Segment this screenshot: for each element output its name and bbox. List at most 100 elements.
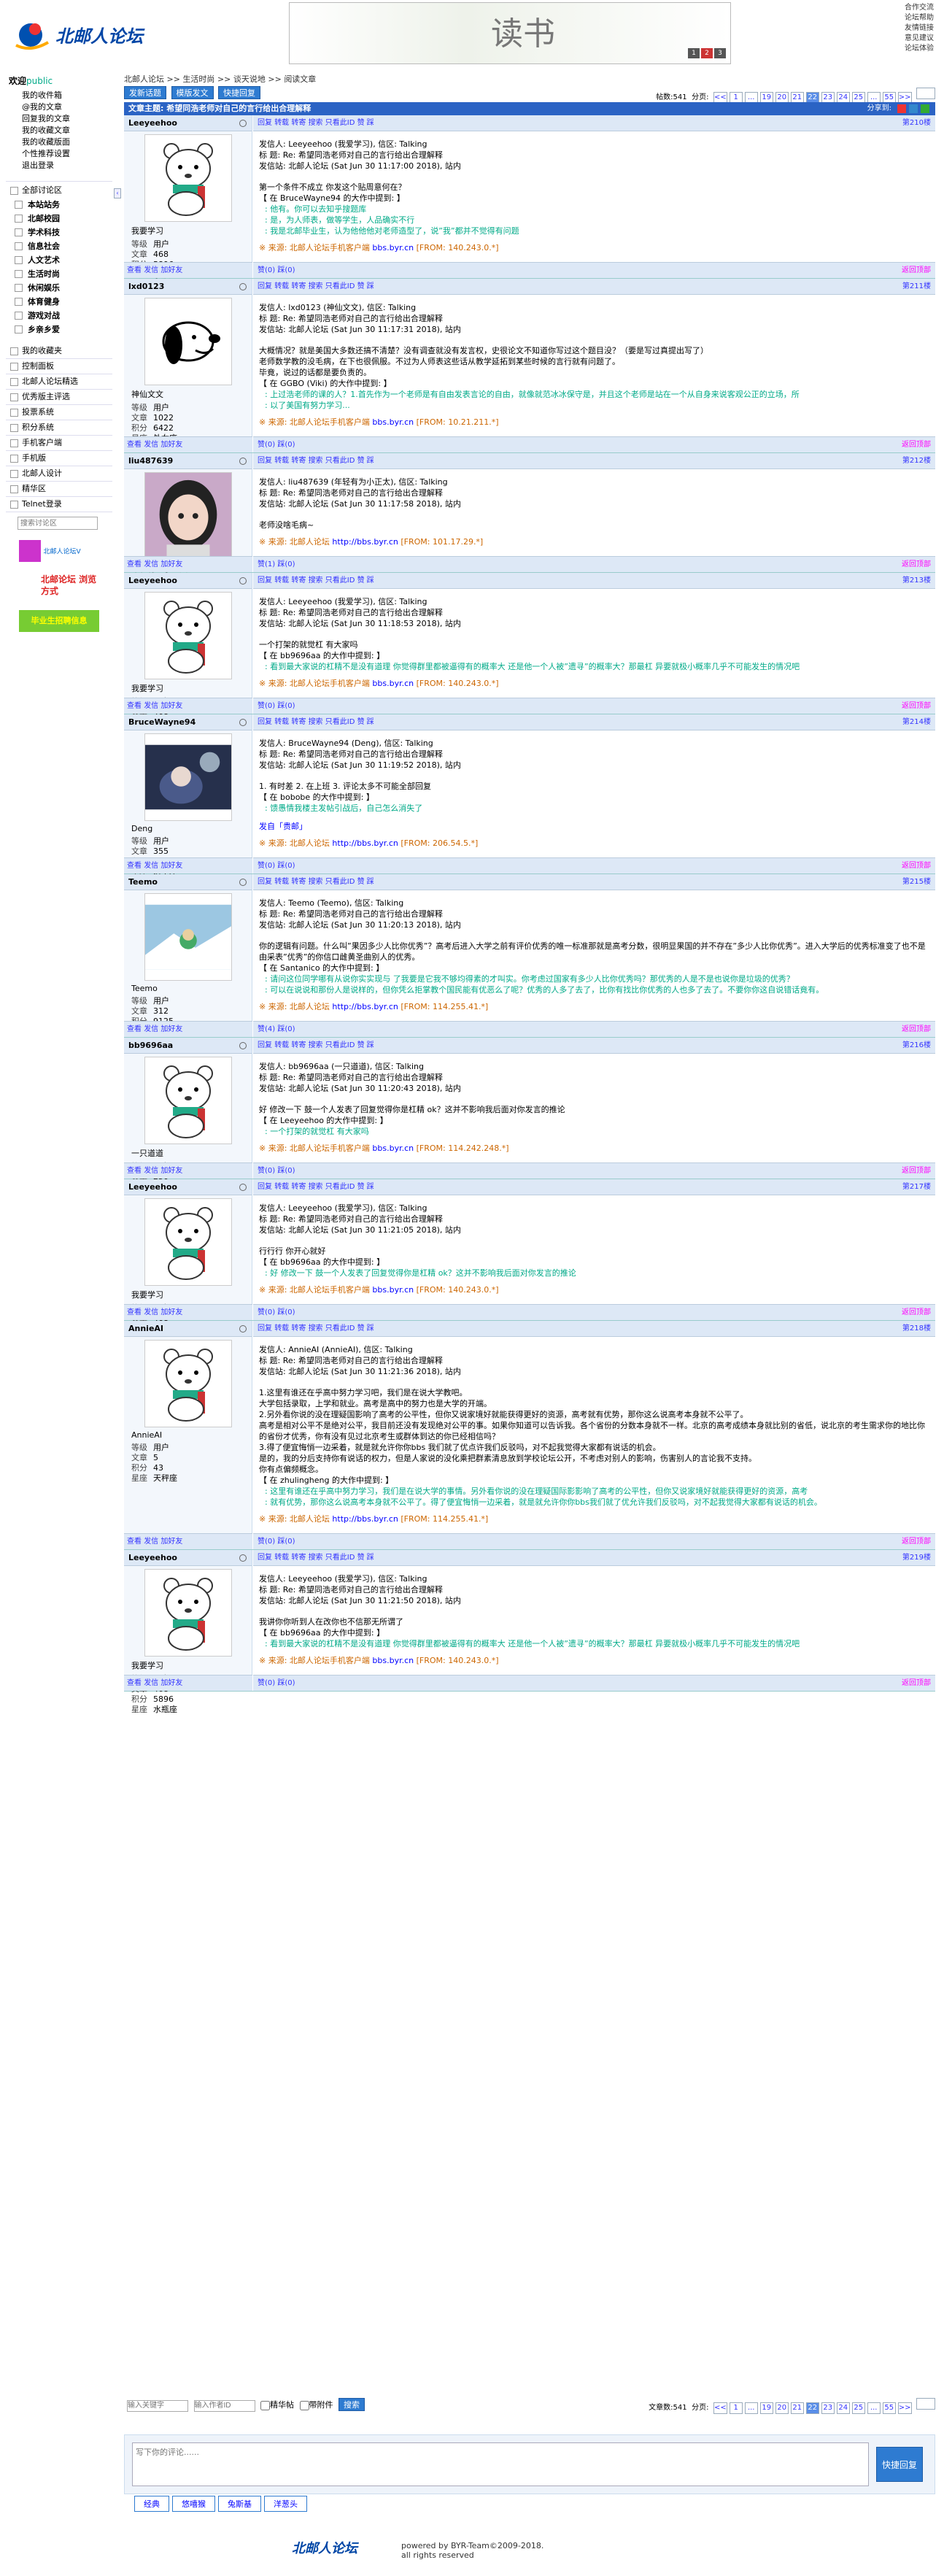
digest-checkbox[interactable] xyxy=(260,2400,270,2410)
link-cooperation[interactable]: 合作交流 xyxy=(905,3,944,13)
post-author-link[interactable]: AnnieAI xyxy=(128,1324,163,1333)
dislike-button[interactable]: 踩 xyxy=(367,1324,374,1333)
sidebar-mobile-client[interactable]: 手机客户端 xyxy=(6,436,112,451)
search-button[interactable]: 搜索 xyxy=(309,1554,323,1562)
dislike-button[interactable]: 踩 xyxy=(367,878,374,886)
send-mail-button[interactable]: 发信 xyxy=(144,1167,158,1175)
send-mail-button[interactable]: 发信 xyxy=(144,1538,158,1546)
group-8[interactable]: 游戏对战 xyxy=(12,309,112,323)
sidebar-favorites[interactable]: 我的收藏夹 xyxy=(6,344,112,359)
template-post-button[interactable]: 模版发文 xyxy=(171,86,214,99)
back-to-top-link[interactable]: 返回顶部 xyxy=(902,1534,931,1550)
group-4[interactable]: 人文艺术 xyxy=(12,253,112,267)
post-like-count[interactable]: 赞(4) xyxy=(258,1025,275,1033)
crosspost-button[interactable]: 转寄 xyxy=(291,878,306,886)
only-author-button[interactable]: 只看此ID xyxy=(325,1324,355,1333)
sidebar-featured[interactable]: 北邮人论坛精选 xyxy=(6,374,112,390)
crosspost-button[interactable]: 转寄 xyxy=(291,457,306,465)
sidebar-vote-system[interactable]: 投票系统 xyxy=(6,405,112,420)
sidebar-recommend-settings[interactable]: 个性推荐设置 xyxy=(6,148,112,160)
post-author-link[interactable]: Leeyeehoo xyxy=(128,118,177,128)
floor-number[interactable]: 第217楼 xyxy=(902,1179,931,1195)
search-button[interactable]: 搜索 xyxy=(309,576,323,585)
avatar[interactable] xyxy=(144,592,232,679)
post-author-link[interactable]: Leeyeehoo xyxy=(128,1553,177,1562)
post-source-link[interactable]: bbs.byr.cn xyxy=(372,1285,414,1295)
dislike-button[interactable]: 踩 xyxy=(367,119,374,127)
promo-jobs[interactable]: 毕业生招聘信息 xyxy=(19,610,99,632)
page-last[interactable]: >> xyxy=(897,2402,912,2414)
reply-button[interactable]: 回复 xyxy=(258,457,272,465)
post-source-link[interactable]: http://bbs.byr.cn xyxy=(332,1002,398,1011)
reply-button[interactable]: 回复 xyxy=(258,1041,272,1049)
post-like-count[interactable]: 赞(0) xyxy=(258,702,275,710)
post-like-count[interactable]: 赞(0) xyxy=(258,1167,275,1175)
send-mail-button[interactable]: 发信 xyxy=(144,560,158,568)
page-25[interactable]: 25 xyxy=(851,2402,865,2414)
post-author-link[interactable]: liu487639 xyxy=(128,456,173,466)
post-author-link[interactable]: Leeyeehoo xyxy=(128,576,177,585)
query-user-button[interactable]: 查看 xyxy=(127,266,142,274)
group-7[interactable]: 体育健身 xyxy=(12,295,112,309)
link-help[interactable]: 论坛帮助 xyxy=(905,13,944,23)
post-dislike-count[interactable]: 踩(0) xyxy=(277,266,295,274)
like-button[interactable]: 赞 xyxy=(357,119,365,127)
query-user-button[interactable]: 查看 xyxy=(127,1025,142,1033)
back-to-top-link[interactable]: 返回顶部 xyxy=(902,263,931,279)
link-friends[interactable]: 友情链接 xyxy=(905,23,944,34)
share-renren-icon[interactable] xyxy=(921,104,929,113)
crumb-home[interactable]: 北邮人论坛 xyxy=(124,74,164,84)
sidebar-design[interactable]: 北邮人设计 xyxy=(6,466,112,482)
avatar[interactable] xyxy=(144,298,232,385)
back-to-top-link[interactable]: 返回顶部 xyxy=(902,1675,931,1692)
forward-button[interactable]: 转载 xyxy=(274,718,289,726)
reply-button[interactable]: 回复 xyxy=(258,878,272,886)
page-jump-input[interactable] xyxy=(916,2398,935,2410)
back-to-top-link[interactable]: 返回顶部 xyxy=(902,1022,931,1038)
floor-number[interactable]: 第214楼 xyxy=(902,714,931,730)
post-author-link[interactable]: Leeyeehoo xyxy=(128,1182,177,1192)
add-friend-button[interactable]: 加好友 xyxy=(160,1308,182,1316)
only-author-button[interactable]: 只看此ID xyxy=(325,1041,355,1049)
post-source-link[interactable]: bbs.byr.cn xyxy=(372,1144,414,1153)
send-mail-button[interactable]: 发信 xyxy=(144,1308,158,1316)
post-author-link[interactable]: BruceWayne94 xyxy=(128,717,196,727)
dislike-button[interactable]: 踩 xyxy=(367,1554,374,1562)
floor-number[interactable]: 第219楼 xyxy=(902,1550,931,1566)
page-23[interactable]: 23 xyxy=(821,2402,835,2414)
dislike-button[interactable]: 踩 xyxy=(367,282,374,290)
post-like-count[interactable]: 赞(0) xyxy=(258,1538,275,1546)
search-button[interactable]: 搜索 xyxy=(309,718,323,726)
dislike-button[interactable]: 踩 xyxy=(367,1183,374,1191)
post-author-link[interactable]: lxd0123 xyxy=(128,282,164,291)
post-dislike-count[interactable]: 踩(0) xyxy=(277,1025,295,1033)
dislike-button[interactable]: 踩 xyxy=(367,457,374,465)
reply-button[interactable]: 回复 xyxy=(258,1324,272,1333)
sidebar-control-panel[interactable]: 控制面板 xyxy=(6,359,112,374)
like-button[interactable]: 赞 xyxy=(357,1041,365,1049)
forward-button[interactable]: 转载 xyxy=(274,1324,289,1333)
sidebar-at-me[interactable]: @我的文章 xyxy=(6,101,112,113)
group-2[interactable]: 学术科技 xyxy=(12,225,112,239)
crosspost-button[interactable]: 转寄 xyxy=(291,119,306,127)
group-1[interactable]: 北邮校园 xyxy=(12,212,112,225)
sidebar-points[interactable]: 积分系统 xyxy=(6,420,112,436)
floor-number[interactable]: 第216楼 xyxy=(902,1038,931,1054)
back-to-top-link[interactable]: 返回顶部 xyxy=(902,698,931,714)
emoticon-tab-rabbit[interactable]: 兔斯基 xyxy=(218,2496,261,2512)
group-0[interactable]: 本站站务 xyxy=(12,198,112,212)
post-dislike-count[interactable]: 踩(0) xyxy=(277,1167,295,1175)
forward-button[interactable]: 转载 xyxy=(274,878,289,886)
emoticon-tab-monkey[interactable]: 悠嘻猴 xyxy=(172,2496,215,2512)
group-6[interactable]: 休闲娱乐 xyxy=(12,281,112,295)
add-friend-button[interactable]: 加好友 xyxy=(160,862,182,870)
post-like-count[interactable]: 赞(0) xyxy=(258,1679,275,1687)
keyword-search-input[interactable] xyxy=(127,2399,188,2412)
avatar[interactable] xyxy=(144,472,232,560)
share-weibo-icon[interactable] xyxy=(897,104,906,113)
add-friend-button[interactable]: 加好友 xyxy=(160,441,182,449)
post-like-count[interactable]: 赞(0) xyxy=(258,862,275,870)
like-button[interactable]: 赞 xyxy=(357,1554,365,1562)
add-friend-button[interactable]: 加好友 xyxy=(160,560,182,568)
post-dislike-count[interactable]: 踩(0) xyxy=(277,1538,295,1546)
